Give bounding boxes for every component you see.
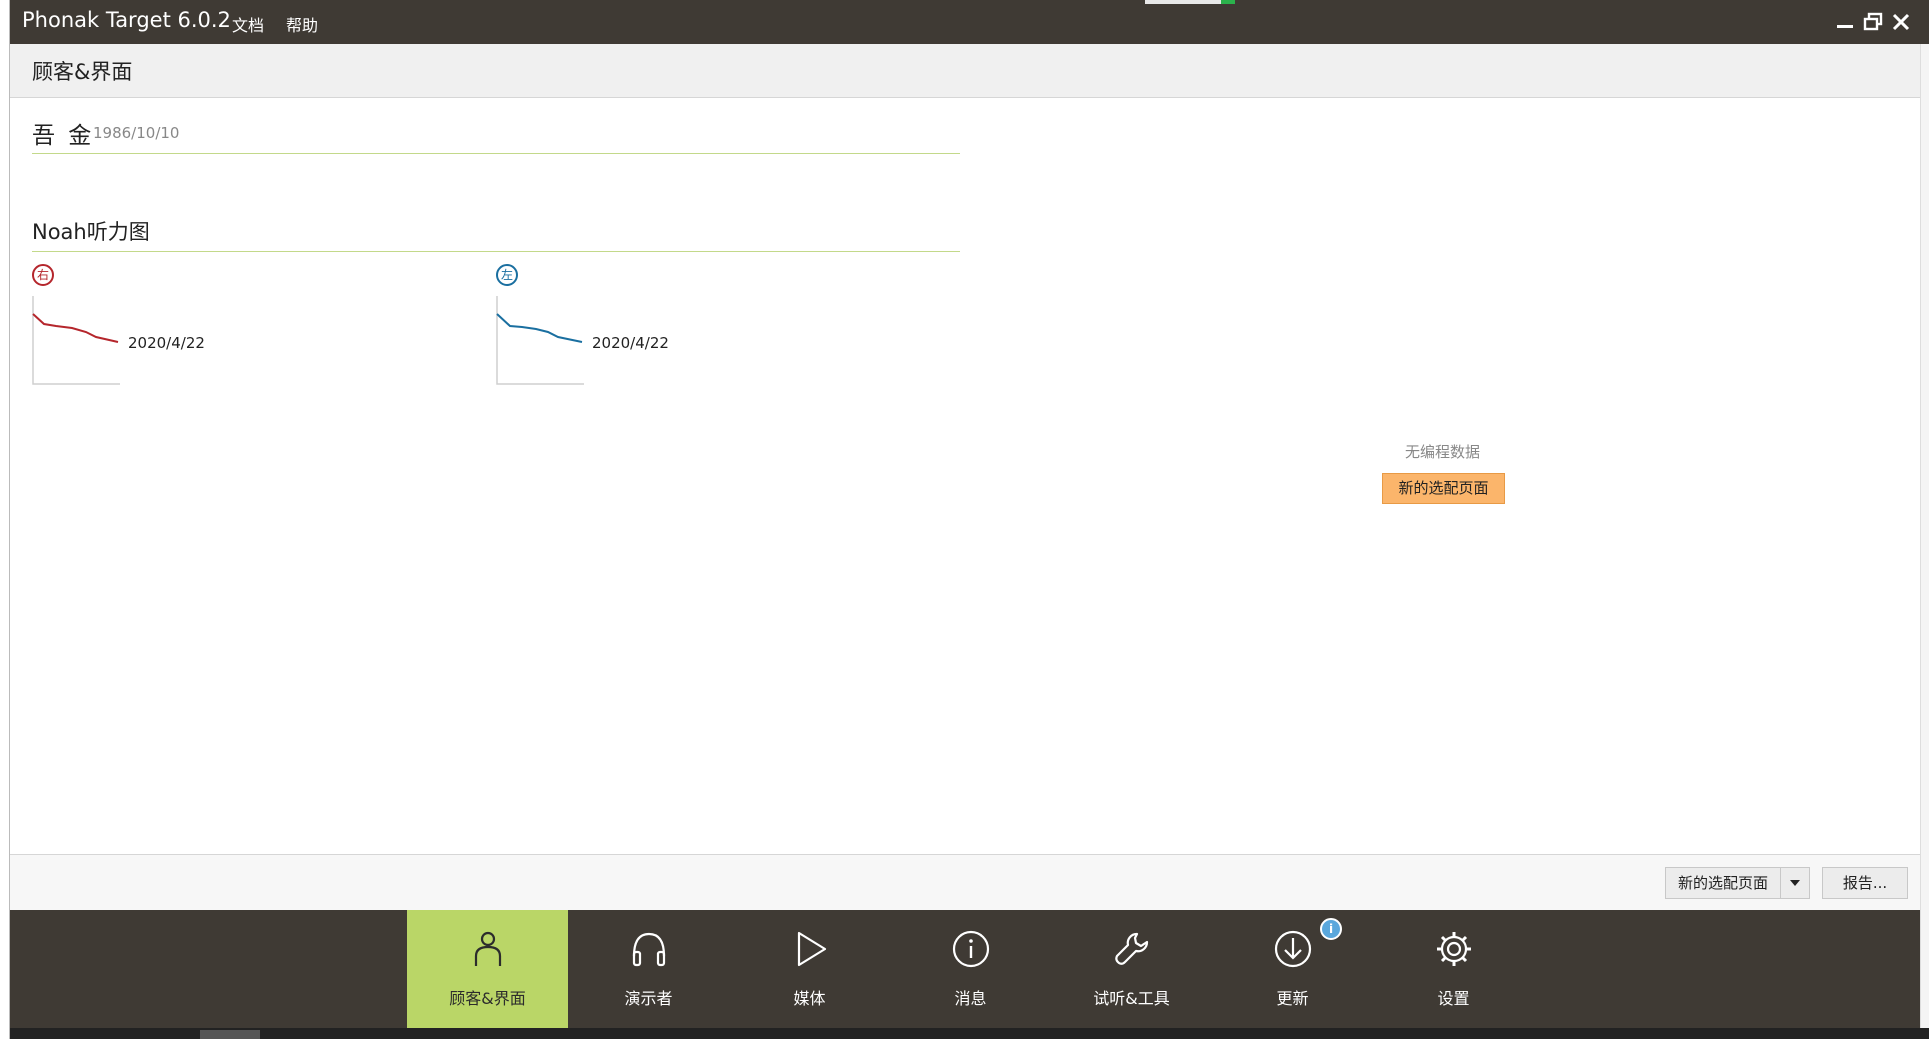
menu-documents[interactable]: 文档 [232,12,264,36]
person-icon [474,931,502,966]
minimize-button[interactable] [1833,10,1857,34]
left-ear-badge: 左 [496,264,518,286]
page-title: 顾客&界面 [32,60,133,84]
nav-messages[interactable]: 消息 [890,910,1051,1028]
minimize-icon [1837,25,1853,28]
taskbar-strip [10,1028,1929,1039]
nav-demonstrator[interactable]: 演示者 [568,910,729,1028]
nav-label: 设置 [1437,989,1470,1008]
new-session-split-main[interactable]: 新的选配页面 [1666,868,1780,898]
close-button[interactable] [1889,10,1913,34]
left-audiogram-thumbnail[interactable] [496,296,596,386]
action-bar: 新的选配页面 报告... [10,854,1929,911]
close-icon [1892,13,1910,31]
download-icon [1274,930,1312,968]
right-audiogram-thumbnail[interactable] [32,296,132,386]
app-title: Phonak Target 6.0.2 [22,8,231,32]
new-session-split-button: 新的选配页面 [1665,867,1811,899]
gear-icon [1437,932,1471,966]
info-icon [952,930,990,968]
client-name: 吾 金 [32,123,95,149]
bottom-nav: 顾客&界面 演示者 媒体 消息 试听&工具 更新 设置 [10,910,1929,1028]
nav-tools[interactable]: 试听&工具 [1051,910,1212,1028]
menu-help[interactable]: 帮助 [286,12,318,36]
nav-label: 演示者 [624,989,673,1008]
app-window: Phonak Target 6.0.2 文档 帮助 顾客&界面 吾 金 1986… [9,0,1929,1039]
nav-label: 媒体 [793,989,826,1008]
headphones-icon [632,932,666,967]
chevron-down-icon [1790,880,1801,886]
restore-icon [1863,12,1883,31]
title-bar: Phonak Target 6.0.2 文档 帮助 [10,0,1929,44]
nav-label: 顾客&界面 [449,989,526,1008]
no-programming-data-text: 无编程数据 [1405,443,1481,461]
update-info-badge: i [1320,918,1342,940]
window-edge [1920,44,1929,1028]
audiogram-title: Noah听力图 [32,220,150,244]
client-divider [32,153,960,154]
right-audiogram-curve [32,313,119,343]
nav-label: 试听&工具 [1093,989,1170,1008]
audiogram-divider [32,251,960,252]
nav-label: 消息 [954,989,987,1008]
restore-button[interactable] [1861,10,1885,34]
left-audiogram-curve [496,313,583,343]
right-audiogram-date[interactable]: 2020/4/22 [128,334,205,352]
new-session-button[interactable]: 新的选配页面 [1382,473,1505,504]
right-ear-badge: 右 [32,264,54,286]
play-icon [797,931,827,967]
report-button[interactable]: 报告... [1822,867,1908,899]
nav-updates[interactable]: 更新 [1212,910,1373,1028]
nav-label: 更新 [1276,989,1309,1008]
nav-media[interactable]: 媒体 [729,910,890,1028]
nav-settings[interactable]: 设置 [1373,910,1534,1028]
client-dob: 1986/10/10 [93,124,180,142]
page-header: 顾客&界面 [10,44,1929,98]
wrench-icon [1115,932,1149,965]
left-audiogram-date[interactable]: 2020/4/22 [592,334,669,352]
nav-client-interface[interactable]: 顾客&界面 [407,910,568,1028]
new-session-dropdown-button[interactable] [1780,868,1809,898]
title-drag-indicator [1145,0,1235,4]
